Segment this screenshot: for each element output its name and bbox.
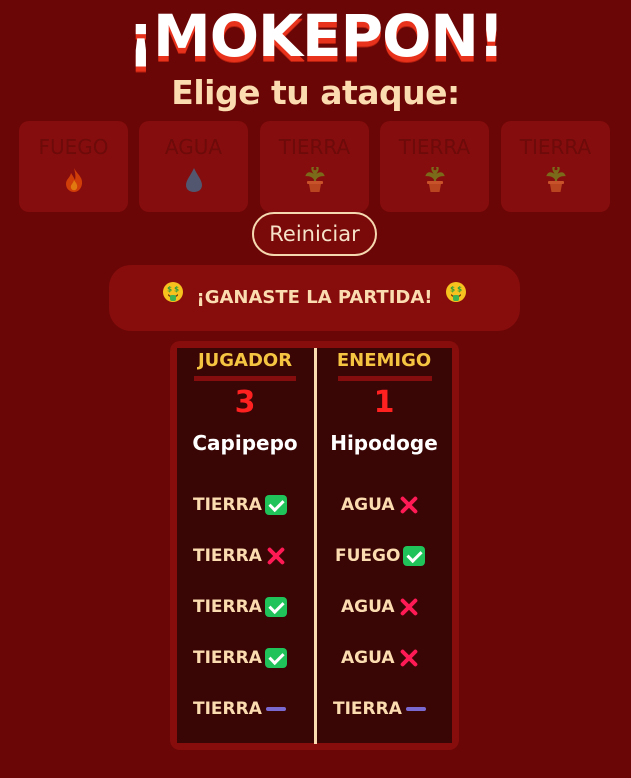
svg-text:$: $ (167, 286, 172, 294)
player-pet-name: Capipepo (192, 431, 298, 455)
potted-plant-icon (501, 165, 610, 193)
water-drop-icon (139, 167, 248, 193)
check-icon (264, 597, 287, 617)
enemy-attack-label: FUEGO (335, 546, 401, 566)
attack-button-tierra[interactable]: TIERRA (501, 121, 610, 212)
player-attack-row: TIERRA (193, 645, 287, 671)
enemy-score: 1 (373, 385, 395, 420)
enemy-attack-label: TIERRA (333, 699, 402, 719)
potted-plant-icon (380, 165, 489, 193)
attack-button-fuego[interactable]: FUEGO (19, 121, 128, 212)
enemy-column-header: ENEMIGO (336, 350, 432, 371)
svg-text:$: $ (450, 286, 455, 294)
player-attack-label: TIERRA (193, 648, 262, 668)
cross-icon (398, 495, 420, 515)
potted-plant-icon (260, 165, 369, 193)
attack-button-label: FUEGO (38, 135, 109, 159)
cross-icon (398, 648, 420, 668)
column-divider (314, 348, 317, 744)
attack-button-label: TIERRA (519, 135, 592, 159)
player-column-header: JUGADOR (197, 350, 293, 371)
attack-button-label: TIERRA (278, 135, 351, 159)
cross-icon (265, 546, 287, 566)
dash-icon (405, 699, 427, 719)
game-title: ¡MOKEPON! (127, 2, 505, 70)
restart-button[interactable]: Reiniciar (252, 212, 377, 256)
attack-button-agua[interactable]: AGUA (139, 121, 248, 212)
dash-icon (265, 699, 287, 719)
attack-button-label: TIERRA (398, 135, 471, 159)
player-attack-row: TIERRA (193, 594, 287, 620)
player-attack-row: TIERRA (193, 492, 287, 518)
enemy-attack-row: FUEGO (335, 543, 426, 569)
player-attack-label: TIERRA (193, 546, 262, 566)
attack-prompt: Elige tu ataque: (171, 73, 460, 112)
enemy-attack-row: TIERRA (333, 696, 427, 722)
result-text: ¡GANASTE LA PARTIDA! (196, 287, 433, 308)
money-mouth-face-icon: $ $ (162, 265, 184, 331)
fire-icon (19, 167, 128, 193)
enemy-attack-row: AGUA (341, 594, 420, 620)
svg-text:$: $ (174, 286, 179, 294)
money-mouth-face-icon: $ $ (445, 265, 467, 331)
check-icon (403, 546, 426, 566)
attack-button-tierra[interactable]: TIERRA (380, 121, 489, 212)
cross-icon (398, 597, 420, 617)
result-message: $ $ ¡GANASTE LA PARTIDA! $ $ (109, 265, 520, 331)
check-icon (264, 648, 287, 668)
enemy-attack-label: AGUA (341, 648, 395, 668)
player-header-underline (194, 376, 296, 381)
enemy-pet-name: Hipodoge (330, 431, 438, 455)
player-attack-label: TIERRA (193, 495, 262, 515)
attack-button-tierra[interactable]: TIERRA (260, 121, 369, 212)
enemy-attack-row: AGUA (341, 492, 420, 518)
player-score: 3 (234, 385, 256, 420)
check-icon (264, 495, 287, 515)
enemy-attack-label: AGUA (341, 495, 395, 515)
player-attack-label: TIERRA (193, 699, 262, 719)
svg-text:$: $ (457, 286, 462, 294)
attack-button-label: AGUA (164, 135, 223, 159)
player-attack-row: TIERRA (193, 696, 287, 722)
enemy-attack-row: AGUA (341, 645, 420, 671)
enemy-attack-label: AGUA (341, 597, 395, 617)
enemy-header-underline (338, 376, 432, 381)
player-attack-row: TIERRA (193, 543, 287, 569)
player-attack-label: TIERRA (193, 597, 262, 617)
